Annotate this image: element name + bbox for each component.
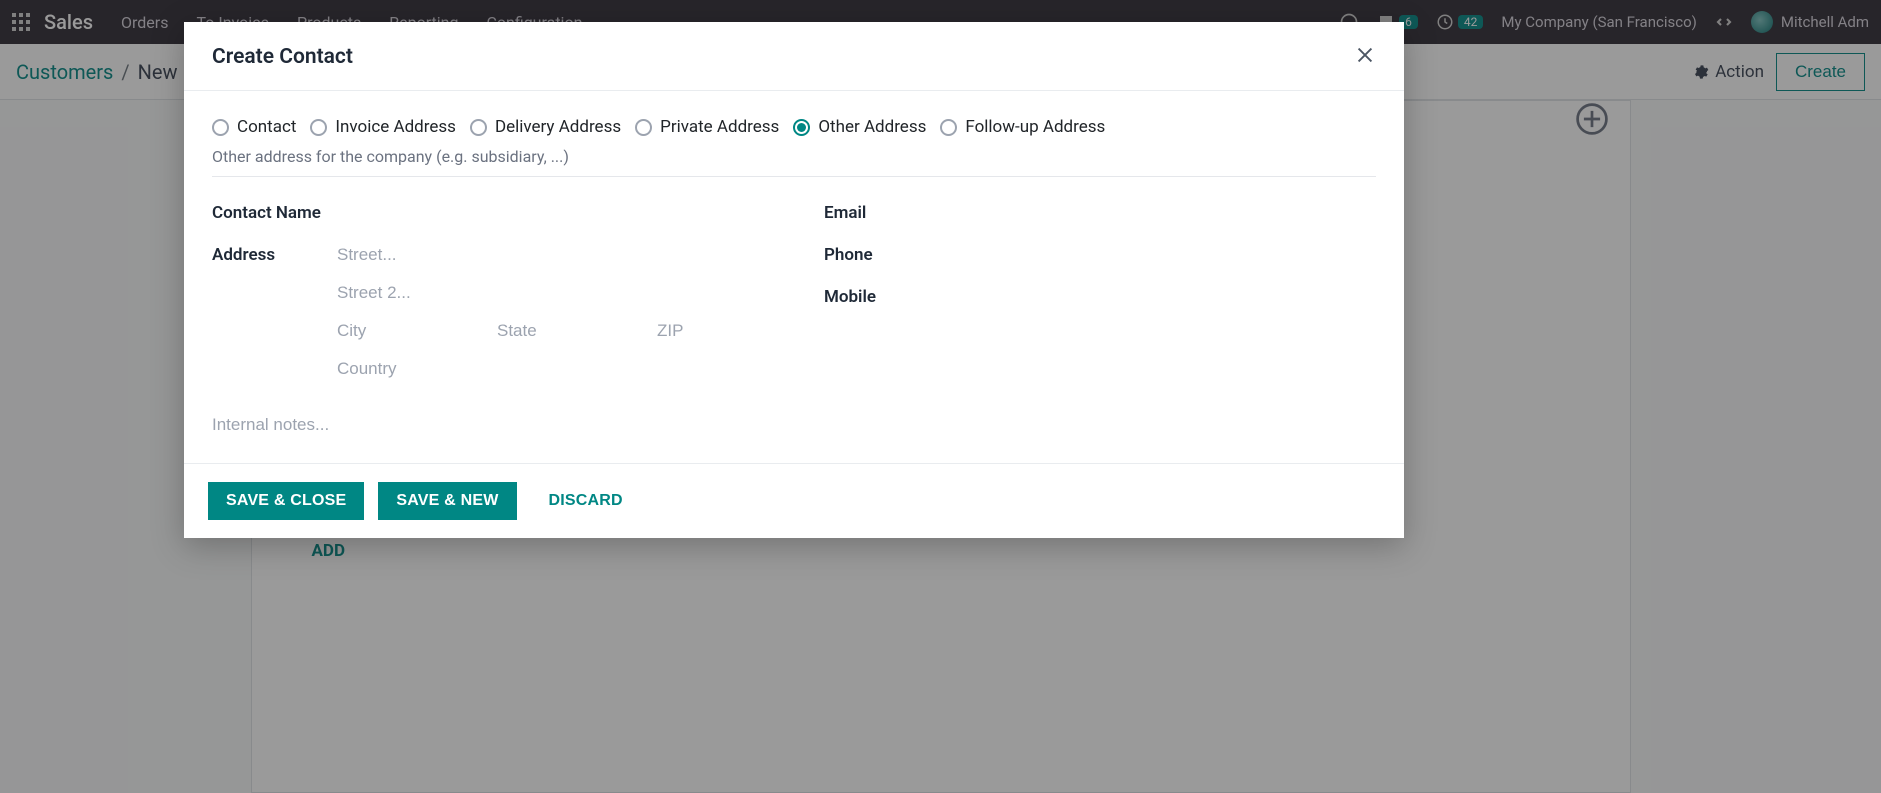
radio-icon bbox=[212, 119, 229, 136]
email-input[interactable] bbox=[949, 199, 1376, 227]
street2-input[interactable] bbox=[337, 279, 764, 307]
radio-followup-label: Follow-up Address bbox=[965, 117, 1105, 137]
phone-label: Phone bbox=[824, 241, 949, 265]
modal-body: Contact Invoice Address Delivery Address… bbox=[184, 91, 1404, 463]
close-icon[interactable] bbox=[1354, 44, 1376, 70]
mobile-input[interactable] bbox=[949, 283, 1376, 311]
radio-icon bbox=[470, 119, 487, 136]
city-input[interactable] bbox=[337, 317, 457, 345]
save-close-button[interactable]: SAVE & CLOSE bbox=[208, 482, 364, 520]
country-input[interactable] bbox=[337, 355, 764, 383]
divider bbox=[212, 176, 1376, 177]
address-label: Address bbox=[212, 241, 337, 265]
radio-icon bbox=[793, 119, 810, 136]
state-input[interactable] bbox=[497, 317, 617, 345]
radio-contact-label: Contact bbox=[237, 117, 296, 137]
contact-name-input[interactable] bbox=[337, 199, 764, 227]
type-hint: Other address for the company (e.g. subs… bbox=[212, 147, 1376, 166]
email-label: Email bbox=[824, 199, 949, 223]
radio-delivery-address[interactable]: Delivery Address bbox=[470, 117, 621, 137]
radio-icon bbox=[635, 119, 652, 136]
radio-invoice-address[interactable]: Invoice Address bbox=[310, 117, 456, 137]
radio-delivery-label: Delivery Address bbox=[495, 117, 621, 137]
radio-contact[interactable]: Contact bbox=[212, 117, 296, 137]
radio-private-address[interactable]: Private Address bbox=[635, 117, 779, 137]
radio-icon bbox=[940, 119, 957, 136]
mobile-label: Mobile bbox=[824, 283, 949, 307]
contact-name-label: Contact Name bbox=[212, 199, 337, 223]
modal-title: Create Contact bbox=[212, 45, 353, 69]
radio-followup-address[interactable]: Follow-up Address bbox=[940, 117, 1105, 137]
street-input[interactable] bbox=[337, 241, 764, 269]
discard-button[interactable]: DISCARD bbox=[531, 482, 641, 520]
phone-input[interactable] bbox=[949, 241, 1376, 269]
radio-other-label: Other Address bbox=[818, 117, 926, 137]
notes-input[interactable] bbox=[212, 411, 1376, 439]
radio-icon bbox=[310, 119, 327, 136]
type-radio-group: Contact Invoice Address Delivery Address… bbox=[212, 117, 1376, 137]
radio-invoice-label: Invoice Address bbox=[335, 117, 456, 137]
modal-header: Create Contact bbox=[184, 22, 1404, 91]
radio-other-address[interactable]: Other Address bbox=[793, 117, 926, 137]
save-new-button[interactable]: SAVE & NEW bbox=[378, 482, 516, 520]
create-contact-modal: Create Contact Contact Invoice Address D… bbox=[184, 22, 1404, 538]
radio-private-label: Private Address bbox=[660, 117, 779, 137]
modal-footer: SAVE & CLOSE SAVE & NEW DISCARD bbox=[184, 463, 1404, 538]
zip-input[interactable] bbox=[657, 317, 737, 345]
